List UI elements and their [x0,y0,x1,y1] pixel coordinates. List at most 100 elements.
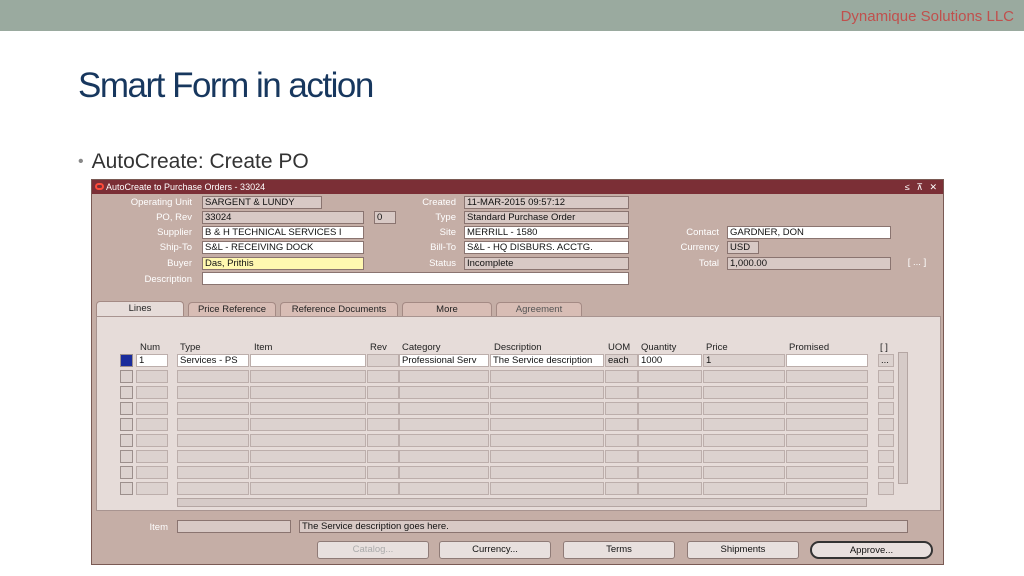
grid-cell-empty[interactable] [703,402,785,415]
tab-more[interactable]: More [402,302,492,317]
grid-cell-empty[interactable] [250,418,366,431]
type-field[interactable]: Standard Purchase Order [464,211,629,224]
grid-cell-empty[interactable] [786,370,868,383]
grid-cell-empty[interactable] [177,402,249,415]
row-selector[interactable] [120,354,133,367]
cell-dff[interactable]: ... [878,354,894,367]
grid-cell-empty[interactable] [703,418,785,431]
total-field[interactable]: 1,000.00 [727,257,891,270]
grid-cell-empty[interactable] [367,482,399,495]
grid-cell-empty[interactable] [786,386,868,399]
grid-cell-empty[interactable] [605,418,638,431]
operating-unit-field[interactable]: SARGENT & LUNDY [202,196,322,209]
approve-button[interactable]: Approve... [810,541,933,559]
grid-cell-empty[interactable] [250,370,366,383]
grid-cell-empty[interactable] [703,386,785,399]
item-field[interactable] [177,520,291,533]
site-field[interactable]: MERRILL - 1580 [464,226,629,239]
currency-field[interactable]: USD [727,241,759,254]
supplier-field[interactable]: B & H TECHNICAL SERVICES I [202,226,364,239]
item-description-field[interactable]: The Service description goes here. [299,520,908,533]
grid-cell-empty[interactable] [367,450,399,463]
cell-num[interactable]: 1 [136,354,168,367]
grid-cell-empty[interactable] [136,434,168,447]
tab-reference-documents[interactable]: Reference Documents [280,302,398,317]
grid-cell-empty[interactable] [250,466,366,479]
grid-cell-empty[interactable] [703,466,785,479]
grid-cell-empty[interactable] [399,450,489,463]
window-controls[interactable]: ≤ ⊼ ✕ [905,180,939,194]
grid-cell-empty[interactable] [367,370,399,383]
grid-cell-empty[interactable] [878,482,894,495]
row-selector[interactable] [120,402,133,415]
grid-cell-empty[interactable] [399,434,489,447]
row-selector[interactable] [120,386,133,399]
grid-cell-empty[interactable] [177,466,249,479]
grid-cell-empty[interactable] [878,434,894,447]
row-selector[interactable] [120,450,133,463]
grid-cell-empty[interactable] [177,482,249,495]
tab-lines[interactable]: Lines [96,301,184,317]
grid-cell-empty[interactable] [367,434,399,447]
grid-cell-empty[interactable] [786,482,868,495]
grid-cell-empty[interactable] [638,402,702,415]
grid-cell-empty[interactable] [703,434,785,447]
row-selector[interactable] [120,370,133,383]
grid-cell-empty[interactable] [250,450,366,463]
grid-cell-empty[interactable] [177,450,249,463]
grid-cell-empty[interactable] [490,418,604,431]
grid-cell-empty[interactable] [878,450,894,463]
grid-cell-empty[interactable] [878,370,894,383]
cell-rev[interactable] [367,354,399,367]
catalog-button[interactable]: Catalog... [317,541,429,559]
status-field[interactable]: Incomplete [464,257,629,270]
grid-cell-empty[interactable] [490,386,604,399]
cell-item[interactable] [250,354,366,367]
cell-price[interactable]: 1 [703,354,785,367]
cell-category[interactable]: Professional Serv [399,354,489,367]
grid-cell-empty[interactable] [490,370,604,383]
grid-cell-empty[interactable] [703,370,785,383]
tab-price-reference[interactable]: Price Reference [188,302,276,317]
shipments-button[interactable]: Shipments [687,541,799,559]
cell-promised[interactable] [786,354,868,367]
grid-cell-empty[interactable] [786,402,868,415]
grid-cell-empty[interactable] [786,418,868,431]
created-field[interactable]: 11-MAR-2015 09:57:12 [464,196,629,209]
grid-cell-empty[interactable] [399,466,489,479]
cell-description[interactable]: The Service description [490,354,604,367]
grid-cell-empty[interactable] [638,434,702,447]
buyer-field[interactable]: Das, Prithis [202,257,364,270]
row-selector[interactable] [120,482,133,495]
grid-cell-empty[interactable] [177,418,249,431]
ship-to-field[interactable]: S&L - RECEIVING DOCK [202,241,364,254]
grid-cell-empty[interactable] [399,386,489,399]
grid-cell-empty[interactable] [786,434,868,447]
currency-button[interactable]: Currency... [439,541,551,559]
grid-cell-empty[interactable] [878,402,894,415]
grid-cell-empty[interactable] [250,482,366,495]
grid-cell-empty[interactable] [399,370,489,383]
grid-cell-empty[interactable] [250,434,366,447]
grid-cell-empty[interactable] [703,450,785,463]
grid-cell-empty[interactable] [490,482,604,495]
grid-cell-empty[interactable] [367,402,399,415]
grid-cell-empty[interactable] [136,418,168,431]
grid-cell-empty[interactable] [177,370,249,383]
grid-cell-empty[interactable] [638,386,702,399]
grid-cell-empty[interactable] [605,466,638,479]
grid-cell-empty[interactable] [878,466,894,479]
grid-cell-empty[interactable] [250,386,366,399]
grid-cell-empty[interactable] [703,482,785,495]
grid-cell-empty[interactable] [638,450,702,463]
grid-cell-empty[interactable] [638,418,702,431]
grid-cell-empty[interactable] [490,466,604,479]
grid-cell-empty[interactable] [399,402,489,415]
header-dff-button[interactable]: [ ... ] [900,257,932,270]
grid-cell-empty[interactable] [136,386,168,399]
grid-cell-empty[interactable] [367,418,399,431]
grid-cell-empty[interactable] [136,466,168,479]
tab-agreement[interactable]: Agreement [496,302,582,317]
cell-quantity[interactable]: 1000 [638,354,702,367]
grid-cell-empty[interactable] [638,370,702,383]
